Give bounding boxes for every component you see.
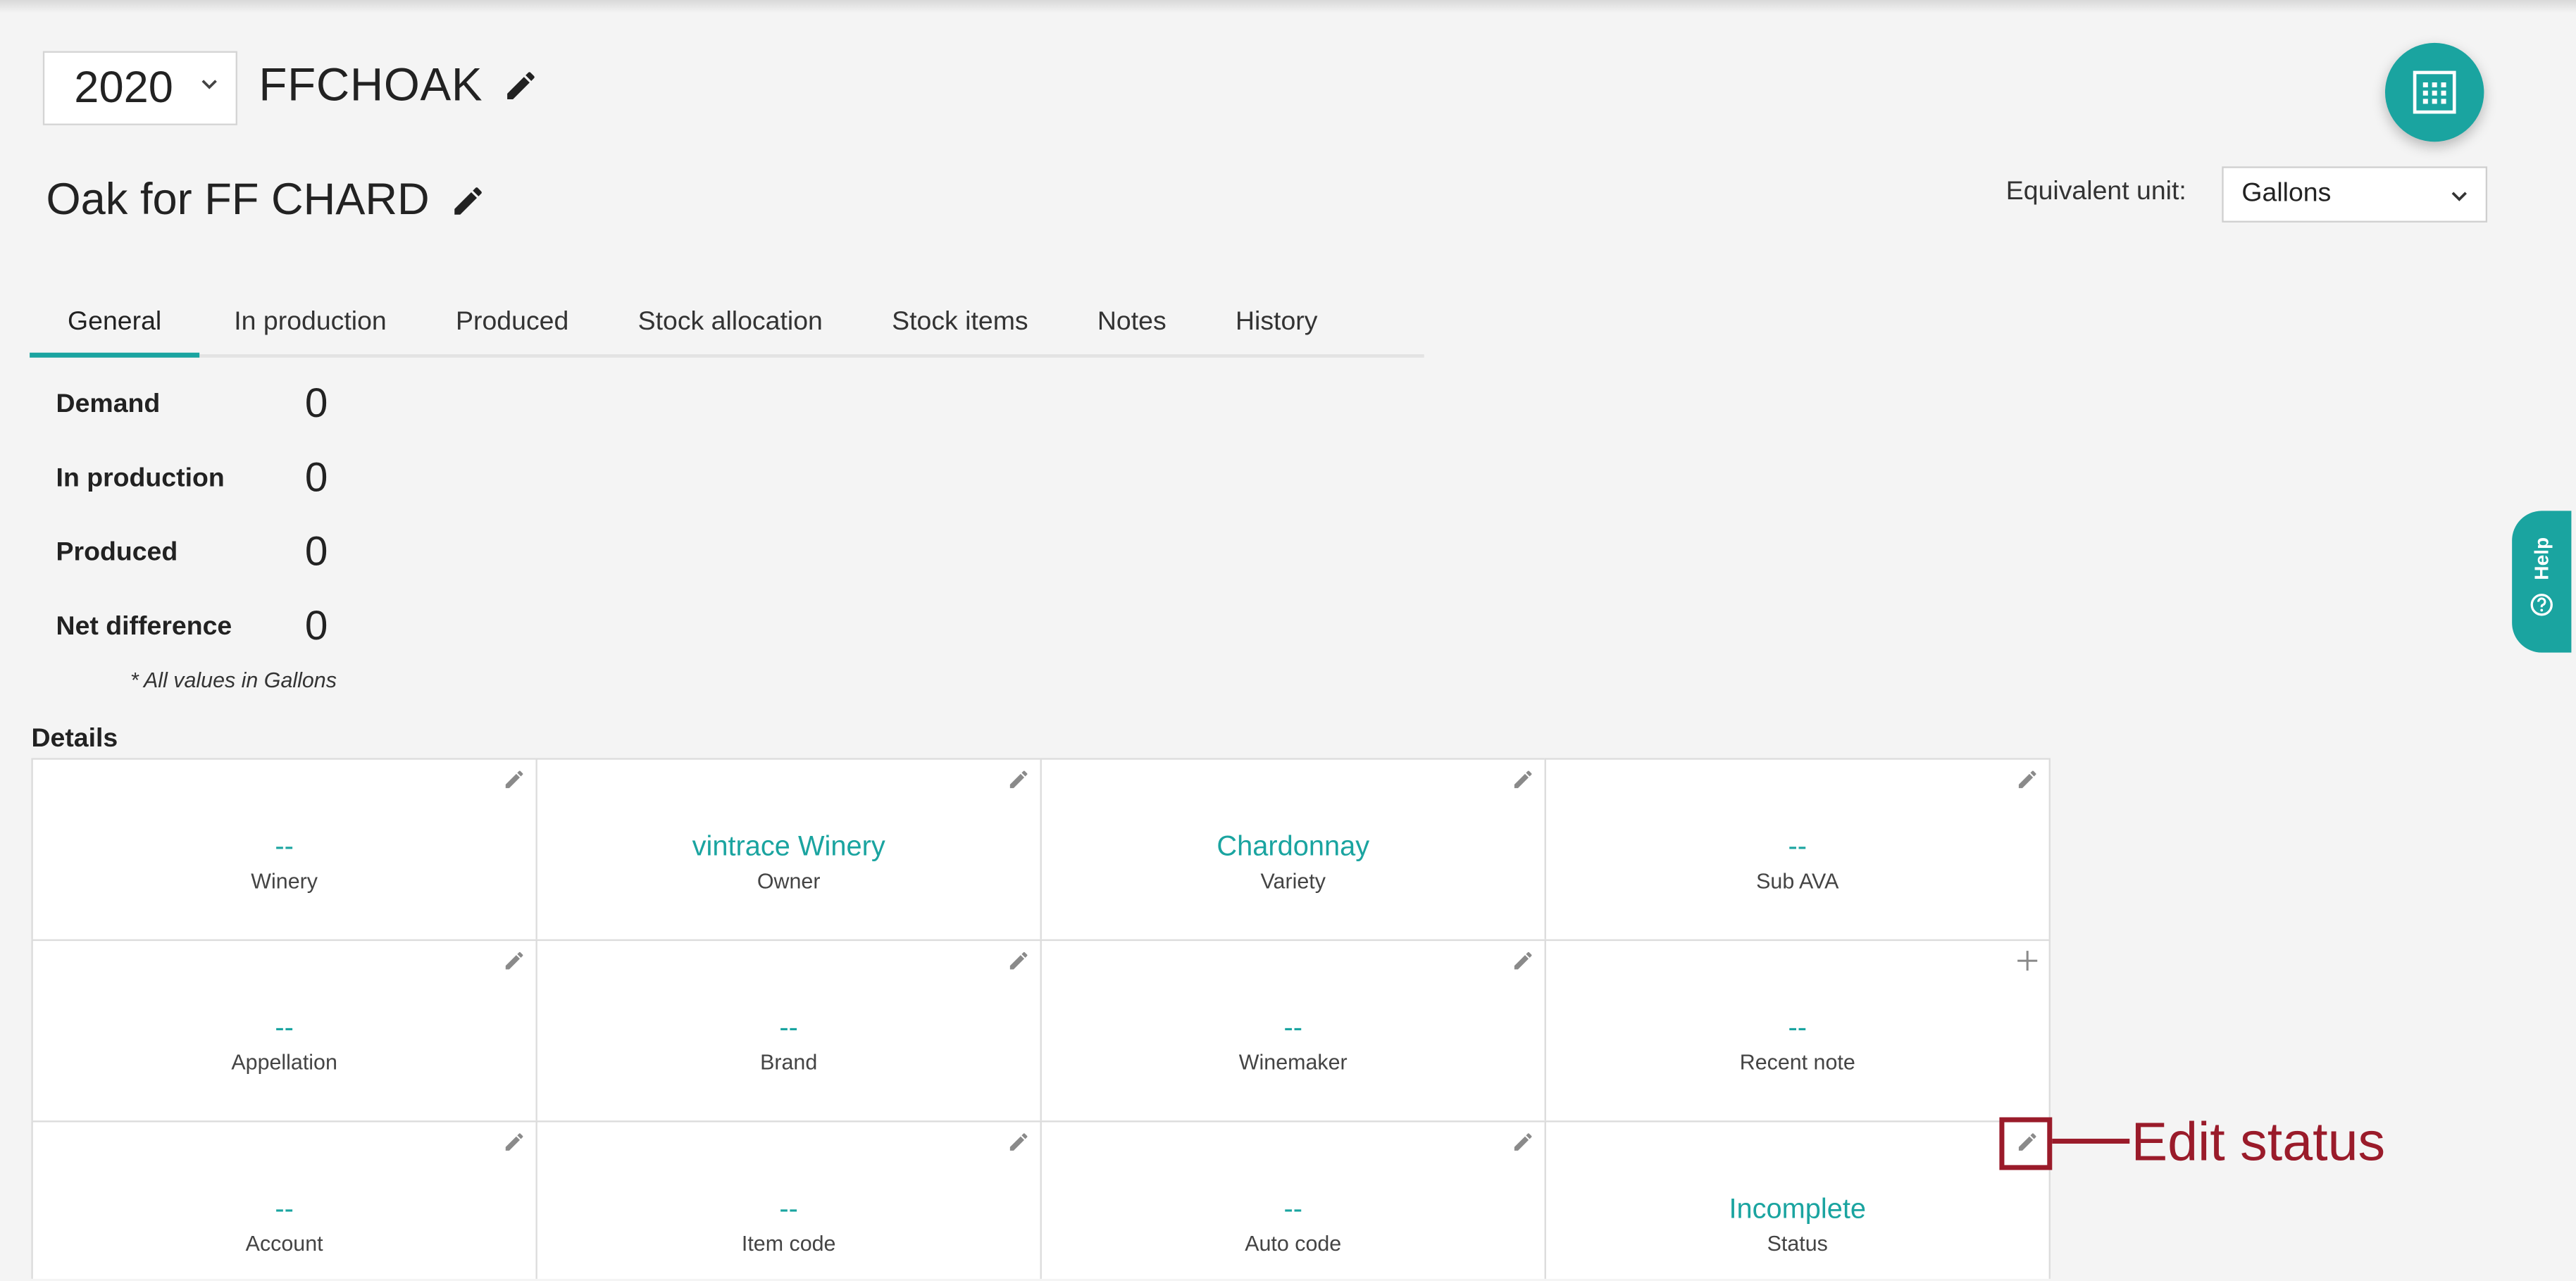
summary-value: 0 [304,603,328,649]
detail-label: Winery [251,868,318,894]
detail-value[interactable]: Chardonnay [1217,829,1369,865]
equivalent-unit-label: Equivalent unit: [2005,177,2186,206]
detail-cell-sub-ava: -- Sub AVA [1544,758,2051,942]
detail-label: Brand [760,1049,818,1075]
edit-appellation-icon[interactable] [503,949,526,973]
detail-value: -- [275,1011,294,1044]
tab-bar: General In production Produced Stock all… [30,296,1424,358]
year-select[interactable]: 2020 [42,51,237,125]
summary-value: 0 [304,380,328,427]
summary-in-production: In production 0 [56,455,328,503]
detail-value: -- [779,1011,798,1044]
detail-cell-item-code: -- Item code [535,1120,1042,1279]
summary-label: Demand [56,389,161,418]
detail-cell-auto-code: -- Auto code [1040,1120,1546,1279]
detail-cell-brand: -- Brand [535,939,1042,1123]
edit-winery-icon[interactable] [503,768,526,791]
detail-cell-variety: Chardonnay Variety [1040,758,1546,942]
detail-cell-recent-note: -- Recent note [1544,939,2051,1123]
year-value: 2020 [74,62,173,113]
batch-code-text: FFCHOAK [259,59,483,111]
calculator-icon [2413,70,2456,114]
detail-label: Winemaker [1238,1049,1348,1075]
detail-value: -- [275,830,294,862]
detail-label: Item code [741,1230,836,1256]
tab-in-production[interactable]: In production [199,296,421,358]
chevron-down-icon [2451,192,2467,201]
tab-produced[interactable]: Produced [421,296,604,358]
detail-cell-status: Incomplete Status [1544,1120,2051,1279]
detail-label: Sub AVA [1756,868,1839,894]
detail-label: Status [1767,1230,1828,1256]
edit-item-code-icon[interactable] [1007,1130,1031,1154]
summary-demand: Demand 0 [56,381,328,429]
equivalent-unit-select[interactable]: Gallons [2222,166,2488,223]
annotation-label: Edit status [2131,1111,2386,1172]
edit-winemaker-icon[interactable] [1512,949,1535,973]
detail-label: Appellation [231,1049,337,1075]
edit-sub-ava-icon[interactable] [2016,768,2039,791]
detail-value[interactable]: Incomplete [1729,1192,1866,1227]
summary-produced: Produced 0 [56,529,328,577]
edit-brand-icon[interactable] [1007,949,1031,973]
detail-cell-appellation: -- Appellation [31,939,537,1123]
detail-label: Auto code [1245,1230,1342,1256]
tab-notes[interactable]: Notes [1063,296,1201,358]
detail-cell-account: -- Account [31,1120,537,1279]
chevron-down-icon [201,80,217,89]
units-note: * All values in Gallons [130,667,337,692]
detail-cell-winery: -- Winery [31,758,537,942]
details-title: Details [31,725,118,754]
edit-account-icon[interactable] [503,1130,526,1154]
detail-value: -- [275,1193,294,1225]
page: 2020 FFCHOAK Oak for FF CHARD Equivalent… [0,0,2576,1279]
tab-history[interactable]: History [1201,296,1352,358]
details-grid: -- Winery vintrace Winery Owner Chardonnay Va… [31,758,2051,1279]
calculator-fab-button[interactable] [2384,42,2484,142]
detail-cell-winemaker: -- Winemaker [1040,939,1546,1123]
annotation-pointer-line [2052,1138,2130,1144]
add-note-icon[interactable] [2016,949,2039,973]
summary-label: Produced [56,538,178,566]
detail-value: -- [779,1193,798,1225]
detail-label: Variety [1260,868,1326,894]
edit-auto-code-icon[interactable] [1512,1130,1535,1154]
detail-cell-owner: vintrace Winery Owner [535,758,1042,942]
top-shadow [0,0,2576,13]
detail-label: Owner [757,868,821,894]
detail-value: -- [1788,1011,1807,1044]
help-tab[interactable]: Help [2512,511,2572,653]
detail-value: -- [1788,830,1807,862]
summary-label: Net difference [56,612,232,641]
summary-value: 0 [304,529,328,575]
summary-label: In production [56,463,225,492]
batch-code: FFCHOAK [259,59,539,112]
detail-label: Recent note [1739,1049,1855,1075]
summary-value: 0 [304,454,328,501]
edit-variety-icon[interactable] [1512,768,1535,791]
tab-general[interactable]: General [30,296,200,358]
detail-value: -- [1283,1011,1302,1044]
detail-value[interactable]: vintrace Winery [692,829,885,865]
edit-owner-icon[interactable] [1007,768,1031,791]
help-circle-icon [2530,594,2553,616]
tab-stock-allocation[interactable]: Stock allocation [603,296,857,358]
edit-batch-code-icon[interactable] [502,68,538,104]
summary-net-difference: Net difference 0 [56,603,328,651]
batch-description: Oak for FF CHARD [46,175,486,226]
detail-value: -- [1283,1193,1302,1225]
tab-stock-items[interactable]: Stock items [857,296,1063,358]
annotation-highlight-box [1999,1117,2053,1170]
batch-description-text: Oak for FF CHARD [46,175,430,225]
edit-description-icon[interactable] [449,182,485,218]
help-label: Help [2530,537,2553,580]
equivalent-unit-value: Gallons [2241,180,2332,208]
detail-label: Account [245,1230,323,1256]
